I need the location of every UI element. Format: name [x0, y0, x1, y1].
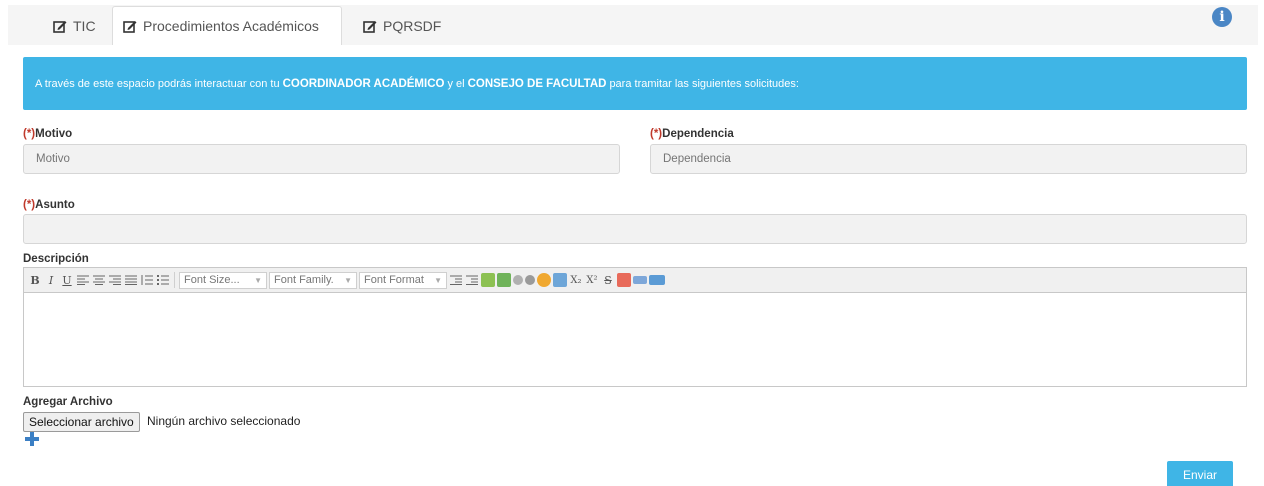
motivo-label: (*)Motivo [23, 128, 72, 140]
unordered-list-icon[interactable] [156, 272, 170, 288]
rich-text-editor: B I U Font Size... ▼ Font Family. ▼ Font F… [23, 267, 1247, 387]
required-mark: (*) [650, 128, 663, 140]
remove-format-icon[interactable] [617, 273, 631, 287]
paste-text-icon[interactable] [481, 273, 495, 287]
select-file-button[interactable]: Seleccionar archivo [23, 412, 140, 432]
required-mark: (*) [23, 128, 36, 140]
motivo-label-text: Motivo [35, 128, 73, 140]
editor-toolbar: B I U Font Size... ▼ Font Family. ▼ Font F… [24, 268, 1246, 293]
file-status-text: Ningún archivo seleccionado [147, 414, 301, 428]
alert-text-2: y el [447, 77, 465, 90]
align-justify-icon[interactable] [124, 272, 138, 288]
tab-procedimientos-academicos[interactable]: Procedimientos Académicos [112, 6, 342, 45]
chevron-down-icon: ▼ [344, 275, 352, 285]
tab-tic[interactable]: TIC [43, 6, 106, 45]
strikethrough-button[interactable]: S [601, 272, 615, 288]
tab-procedimientos-label: Procedimientos Académicos [143, 18, 319, 34]
tab-bar: TIC Procedimientos Académicos PQRSDF [8, 5, 1258, 45]
edit-icon [53, 19, 67, 33]
align-right-icon[interactable] [108, 272, 122, 288]
dependencia-label-text: Dependencia [662, 128, 734, 140]
font-size-label: Font Size... [184, 274, 240, 286]
dependencia-label: (*)Dependencia [650, 128, 734, 140]
alert-bold-2: CONSEJO DE FACULTAD [467, 77, 607, 90]
italic-button[interactable]: I [44, 272, 58, 288]
font-format-select[interactable]: Font Format ▼ [359, 271, 447, 289]
agregar-archivo-label: Agregar Archivo [23, 396, 113, 408]
plus-icon[interactable] [25, 432, 39, 446]
required-mark: (*) [23, 199, 36, 211]
ordered-list-icon[interactable] [140, 272, 154, 288]
alert-text-3: para tramitar las siguientes solicitudes… [609, 77, 799, 90]
tab-pqrsdf[interactable]: PQRSDF [353, 6, 451, 45]
chevron-down-icon: ▼ [254, 275, 262, 285]
descripcion-label: Descripción [23, 253, 89, 265]
tab-tic-label: TIC [73, 17, 96, 34]
subscript-button[interactable]: X₂ [569, 272, 583, 288]
align-center-icon[interactable] [92, 272, 106, 288]
html-source-icon[interactable] [649, 275, 665, 285]
align-left-icon[interactable] [76, 272, 90, 288]
image-icon[interactable] [553, 273, 567, 287]
editor-content-area[interactable] [24, 293, 1246, 387]
anchor-icon[interactable] [537, 273, 551, 287]
asunto-input[interactable] [23, 214, 1247, 244]
font-size-select[interactable]: Font Size... ▼ [179, 271, 267, 289]
dependencia-input[interactable] [650, 144, 1247, 174]
chevron-down-icon: ▼ [434, 275, 442, 285]
horizontal-rule-icon[interactable] [633, 276, 647, 284]
font-format-label: Font Format [364, 274, 424, 286]
superscript-button[interactable]: X² [585, 272, 599, 288]
toolbar-separator [174, 272, 175, 288]
font-family-select[interactable]: Font Family. ▼ [269, 271, 357, 289]
info-icon[interactable]: i [1212, 7, 1232, 27]
underline-button[interactable]: U [60, 272, 74, 288]
edit-icon [363, 19, 377, 33]
link-icon[interactable] [513, 275, 523, 285]
alert-text-1: A través de este espacio podrás interact… [35, 77, 280, 90]
edit-icon [123, 19, 137, 33]
tab-pqrsdf-label: PQRSDF [383, 17, 442, 34]
submit-button[interactable]: Enviar [1167, 461, 1233, 486]
motivo-input[interactable] [23, 144, 620, 174]
indent-icon[interactable] [465, 272, 479, 288]
font-family-label: Font Family. [274, 274, 334, 286]
outdent-icon[interactable] [449, 272, 463, 288]
asunto-label: (*)Asunto [23, 199, 75, 211]
alert-bold-1: COORDINADOR ACADÉMICO [282, 77, 445, 90]
paste-word-icon[interactable] [497, 273, 511, 287]
unlink-icon[interactable] [525, 275, 535, 285]
bold-button[interactable]: B [28, 272, 42, 288]
info-alert: A través de este espacio podrás interact… [23, 57, 1247, 110]
asunto-label-text: Asunto [35, 199, 75, 211]
